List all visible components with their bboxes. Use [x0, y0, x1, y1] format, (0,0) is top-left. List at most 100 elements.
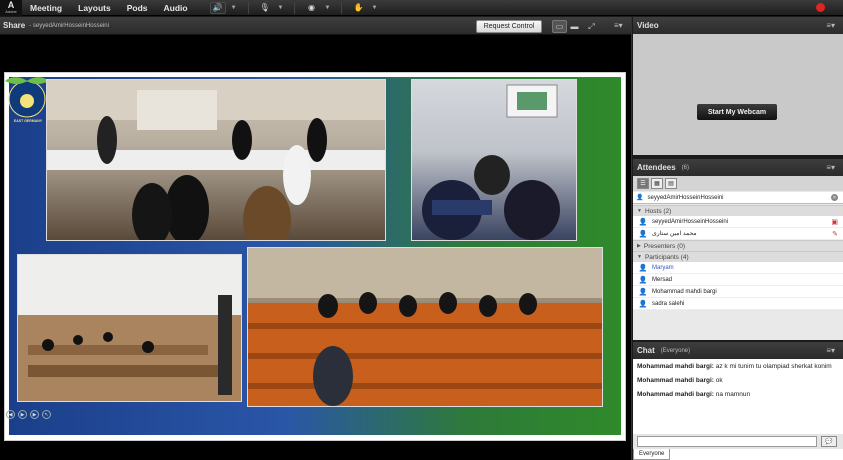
expand-triangle-icon: ▼	[637, 254, 642, 260]
attendees-pod-header: Attendees (6) ≡▾	[633, 159, 843, 176]
raise-hand-icon: ✋	[353, 3, 364, 12]
user-icon: 👤	[636, 195, 644, 201]
webcam-menu-arrow[interactable]: ▼	[321, 5, 333, 11]
attendee-row[interactable]: 👤 seyyedAmirHosseinHosseini ▣	[633, 216, 843, 228]
video-area: Start My Webcam	[633, 34, 843, 155]
grid-icon: ▦	[654, 181, 660, 187]
request-control-button[interactable]: Request Control	[476, 20, 542, 33]
toolbar-divider	[247, 1, 249, 14]
speech-bubble-icon: 💬	[825, 439, 833, 445]
fullscreen-icon: ⤢	[588, 21, 595, 31]
attendees-pod-title: Attendees	[637, 163, 676, 172]
menu-audio[interactable]: Audio	[156, 3, 196, 13]
chat-pod: Chat (Everyone) ≡▾ Mohammad mahdi bargi:…	[633, 342, 843, 460]
share-pod: Share - seyyedAmirHosseinHosseini Reques…	[0, 17, 632, 460]
menu-meeting[interactable]: Meeting	[22, 3, 70, 13]
chat-pod-title: Chat	[637, 346, 655, 355]
send-message-button[interactable]: 💬	[821, 436, 837, 447]
role-view-button[interactable]: ▤	[665, 178, 677, 189]
actual-size-icon: ▬	[570, 22, 579, 31]
toolbar-divider	[294, 1, 296, 14]
chat-tab-everyone[interactable]: Everyone	[633, 449, 671, 460]
status-menu-arrow[interactable]: ▼	[368, 5, 380, 11]
actual-size-button[interactable]: ▬	[567, 20, 582, 33]
expand-triangle-icon: ▼	[637, 208, 642, 214]
video-pod-menu-icon[interactable]: ≡▾	[826, 21, 835, 30]
toolbar-divider	[341, 1, 343, 14]
chat-pod-header: Chat (Everyone) ≡▾	[633, 342, 843, 359]
video-pod: Video ≡▾ Start My Webcam	[633, 17, 843, 155]
host-user-icon: 👤	[638, 218, 648, 226]
slide-pointer-button[interactable]: ↖	[42, 410, 51, 419]
attendees-pod: Attendees (6) ≡▾ ☰ ▦ ▤ 👤 seyyedAmirHosse…	[633, 159, 843, 340]
attendee-row[interactable]: 👤 Mersad	[633, 274, 843, 286]
share-pod-title: Share	[3, 21, 26, 30]
share-presenter-name: - seyyedAmirHosseinHosseini	[29, 22, 109, 29]
slide-next-button[interactable]: ▶	[30, 410, 39, 419]
classroom-projector-photo	[411, 79, 577, 241]
adobe-a-icon: A	[7, 0, 15, 10]
start-webcam-button[interactable]: Start My Webcam	[697, 104, 777, 120]
chat-input-row: 💬	[633, 434, 843, 449]
lab-students-photo	[46, 79, 386, 241]
microphone-icon: 🎙	[259, 3, 270, 12]
hosts-group-header[interactable]: ▼ Hosts (2)	[633, 205, 843, 216]
recording-indicator-icon[interactable]	[816, 3, 825, 12]
next-icon: ▶	[32, 411, 37, 418]
attendee-count: (6)	[681, 164, 690, 171]
chat-pod-menu-icon[interactable]: ≡▾	[826, 346, 835, 355]
attendee-row[interactable]: 👤 Mohammad mahdi bargi	[633, 286, 843, 298]
participant-user-icon: 👤	[638, 300, 648, 308]
fit-to-width-icon: ▭	[555, 22, 564, 31]
speaker-icon: 🔊	[212, 3, 223, 12]
share-pod-header: Share - seyyedAmirHosseinHosseini Reques…	[0, 17, 631, 35]
collapse-triangle-icon: ▶	[637, 243, 641, 249]
chat-scope: (Everyone)	[660, 347, 691, 354]
chat-message: Mohammad mahdi bargi: ok	[637, 377, 723, 384]
presenters-group-header[interactable]: ▶ Presenters (0)	[633, 240, 843, 251]
participant-user-icon: 👤	[638, 288, 648, 296]
menu-layouts[interactable]: Layouts	[70, 3, 119, 13]
fit-view-button[interactable]: ▭	[552, 20, 567, 33]
status-button[interactable]: ✋	[350, 2, 366, 14]
slide-play-button[interactable]: ▶	[18, 410, 27, 419]
menu-pods[interactable]: Pods	[119, 3, 156, 13]
share-pod-menu-icon[interactable]: ≡▾	[614, 21, 623, 30]
speaker-button[interactable]: 🔊	[209, 1, 226, 14]
clear-search-icon[interactable]: ×	[831, 194, 838, 201]
menu-bar: A Adobe Meeting Layouts Pods Audio 🔊 ▼ 🎙…	[0, 0, 843, 16]
participants-group-header[interactable]: ▼ Participants (4)	[633, 251, 843, 262]
microphone-button[interactable]: 🎙	[257, 2, 273, 14]
list-view-button[interactable]: ☰	[637, 178, 649, 189]
slide-controls: ◀ ▶ ▶ ↖	[6, 410, 51, 419]
attendee-row[interactable]: 👤 محمد امین ستاری ✎	[633, 228, 843, 240]
attendee-row[interactable]: 👤 sadra salehi	[633, 298, 843, 310]
shared-slide: EAST GERMANY	[4, 72, 626, 441]
chat-message: Mohammad mahdi bargi: az k mi tunim tu o…	[637, 363, 832, 370]
chat-messages: Mohammad mahdi bargi: az k mi tunim tu o…	[633, 359, 843, 434]
attendee-search-value: seyyedAmirHosseinHosseini	[647, 194, 724, 201]
slide-prev-button[interactable]: ◀	[6, 410, 15, 419]
participant-user-icon: 👤	[638, 264, 648, 272]
attendee-search-field[interactable]: 👤 seyyedAmirHosseinHosseini ×	[633, 192, 843, 204]
auditorium-audience-photo	[247, 247, 603, 407]
attendee-row[interactable]: 👤 Maryam	[633, 262, 843, 274]
video-pod-header: Video ≡▾	[633, 17, 843, 34]
attendees-pod-menu-icon[interactable]: ≡▾	[826, 163, 835, 172]
microphone-menu-arrow[interactable]: ▼	[275, 5, 287, 11]
school-logo-text: EAST GERMANY	[13, 119, 43, 123]
pointer-icon: ↖	[44, 411, 49, 418]
connect-app: A Adobe Meeting Layouts Pods Audio 🔊 ▼ 🎙…	[0, 0, 843, 460]
speaker-menu-arrow[interactable]: ▼	[228, 5, 240, 11]
fullscreen-button[interactable]: ⤢	[584, 20, 599, 33]
webcam-status-icon: ▣	[831, 219, 838, 226]
chat-message: Mohammad mahdi bargi: na mamnun	[637, 391, 751, 398]
grid-view-button[interactable]: ▦	[651, 178, 663, 189]
chat-input[interactable]	[637, 436, 817, 447]
webcam-button[interactable]: ◉	[303, 2, 319, 14]
list-icon: ☰	[640, 181, 646, 187]
host-user-icon: 👤	[638, 230, 648, 238]
role-icon: ▤	[668, 181, 674, 187]
previous-icon: ◀	[8, 411, 13, 418]
lecture-hall-photo	[17, 254, 242, 402]
